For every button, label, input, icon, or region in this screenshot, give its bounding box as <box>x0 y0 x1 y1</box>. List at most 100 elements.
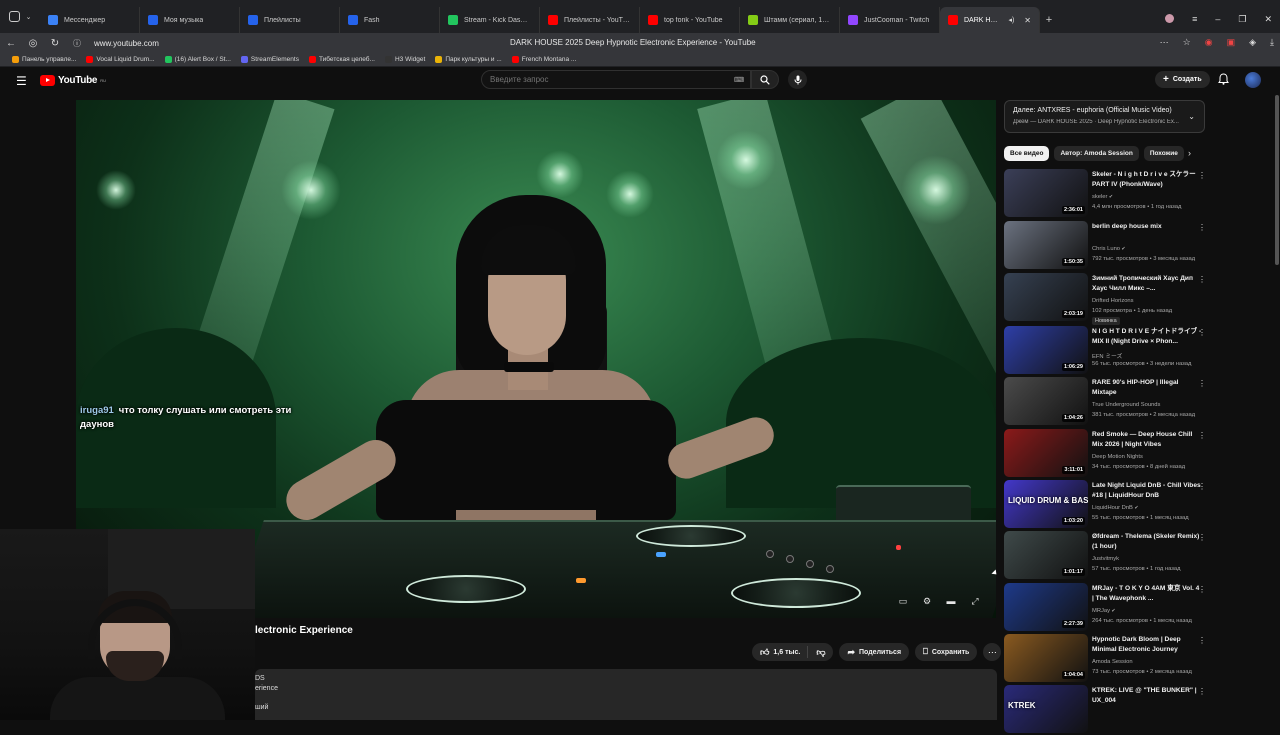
filter-chip[interactable]: Похожие <box>1143 146 1184 161</box>
bookmark-item[interactable]: StreamElements <box>240 56 299 63</box>
description-box[interactable] <box>255 669 997 720</box>
bookmark-icon[interactable]: ☆ <box>1183 37 1191 48</box>
filter-chip[interactable]: Все видео <box>1004 146 1050 161</box>
youtube-logo[interactable]: YouTube RU <box>40 75 106 86</box>
browser-tab[interactable]: Мессенджер <box>40 7 140 33</box>
browser-tab[interactable]: top fonk - YouTube <box>640 7 740 33</box>
search-box[interactable] <box>481 70 751 89</box>
channel-name[interactable]: True Underground Sounds <box>1092 402 1160 408</box>
recommended-video[interactable]: 1:01:17 Øfdream - Thelema (Skeler Remix) … <box>1004 531 1209 581</box>
bookmark-item[interactable]: H3 Widget <box>384 56 425 63</box>
video-thumbnail[interactable]: 2:27:39 <box>1004 583 1088 631</box>
notifications-bell-icon[interactable] <box>1218 73 1229 85</box>
browser-tab[interactable]: JustCooman - Twitch <box>840 7 940 33</box>
url-field[interactable]: www.youtube.com <box>94 39 514 48</box>
vpn-icon[interactable]: ◉ <box>1205 37 1213 48</box>
voice-search-button[interactable] <box>788 70 807 89</box>
recommended-video[interactable]: 3:11:01 Red Smoke — Deep House Chill Mix … <box>1004 429 1209 479</box>
site-info-icon[interactable]: ⓘ <box>66 38 88 49</box>
video-thumbnail[interactable]: LIQUID DRUM & BASS 1:03:20 <box>1004 480 1088 528</box>
share-button[interactable]: ➦ Поделиться <box>839 643 910 661</box>
video-title[interactable]: Зимний Тропический Хаус Дип Хаус Чилл Ми… <box>1092 274 1202 293</box>
like-button[interactable]: 👍︎ 1,6 тыс. <box>760 646 809 658</box>
audio-playing-icon[interactable]: ◂) <box>1008 16 1014 24</box>
close-window-button[interactable]: ✕ <box>1264 14 1272 25</box>
subtitles-icon[interactable]: ▭ <box>897 596 909 606</box>
dislike-button[interactable]: 👎︎ <box>808 647 833 658</box>
browser-tab[interactable]: Штамм (сериал, 1, 2, 3, 4 <box>740 7 840 33</box>
more-options-icon[interactable]: ⋮ <box>1198 328 1206 337</box>
video-thumbnail[interactable]: 1:50:35 <box>1004 221 1088 269</box>
recommended-video[interactable]: 1:04:04 Hypnotic Dark Bloom | Deep Minima… <box>1004 634 1209 684</box>
keyboard-icon[interactable]: ⌨ <box>734 76 744 84</box>
channel-name[interactable]: LiquidHour DnB ✔ <box>1092 505 1139 511</box>
settings-gear-icon[interactable]: ⚙ <box>921 596 933 606</box>
recommended-video[interactable]: LIQUID DRUM & BASS 1:03:20 Late Night Liqu… <box>1004 480 1209 530</box>
more-options-icon[interactable]: ⋮ <box>1198 482 1206 491</box>
minimize-button[interactable]: – <box>1215 14 1220 25</box>
bookmark-item[interactable]: Панель управле... <box>12 56 76 63</box>
video-title[interactable]: N I G H T D R I V E ナイトドライブ - MIX II (Ni… <box>1092 327 1202 346</box>
more-options-icon[interactable]: ⋮ <box>1198 171 1206 180</box>
video-title[interactable]: Late Night Liquid DnB - Chill Vibes #18 … <box>1092 481 1202 500</box>
bookmark-item[interactable]: (16) Alert Box / St... <box>164 56 231 63</box>
video-title[interactable]: RARE 90's HIP-HOP | Illegal Mixtape <box>1092 378 1202 397</box>
channel-name[interactable]: Drifted Horizons <box>1092 298 1134 304</box>
channel-name[interactable]: Deep Motion Nights <box>1092 454 1143 460</box>
more-options-icon[interactable]: ⋮ <box>1198 636 1206 645</box>
fullscreen-icon[interactable]: ⤢ <box>969 596 981 606</box>
browser-sidebar-toggle[interactable]: ⌄ <box>0 0 40 33</box>
bookmark-item[interactable]: French Montana ... <box>511 56 576 63</box>
more-options-icon[interactable]: ⋮ <box>1198 687 1206 696</box>
browser-tab[interactable]: Stream - Kick Dashboard <box>440 7 540 33</box>
more-actions-button[interactable]: ⋯ <box>983 643 1002 661</box>
video-title[interactable]: Skeler - N i g h t D r i v e スケラー PART I… <box>1092 170 1202 189</box>
back-button[interactable]: ← <box>0 38 22 49</box>
video-thumbnail[interactable]: 1:04:04 <box>1004 634 1088 682</box>
save-button[interactable]: ⎕ Сохранить <box>915 643 978 661</box>
recommended-video[interactable]: 2:27:39 MRJay - T O K Y O 4AM 東京 Vol. 4 |… <box>1004 583 1209 633</box>
more-options-icon[interactable]: ⋮ <box>1198 533 1206 542</box>
recommended-video[interactable]: 2:03:19 Зимний Тропический Хаус Дип Хаус … <box>1004 273 1209 325</box>
bookmark-item[interactable]: Тибетская целеб... <box>308 56 375 63</box>
browser-tab[interactable]: Моя музыка <box>140 7 240 33</box>
download-icon[interactable]: ⤓ <box>1270 37 1274 48</box>
bookmark-item[interactable]: Vocal Liquid Drum... <box>86 56 155 63</box>
channel-name[interactable]: MRJay ✔ <box>1092 608 1116 614</box>
more-options-icon[interactable]: ⋮ <box>1198 223 1206 232</box>
chevron-right-icon[interactable]: › <box>1188 148 1191 158</box>
channel-name[interactable]: Chris Luno ✔ <box>1092 246 1126 252</box>
video-thumbnail[interactable]: 1:01:17 <box>1004 531 1088 579</box>
video-thumbnail[interactable]: 2:03:19 <box>1004 273 1088 321</box>
search-input[interactable] <box>490 75 720 84</box>
adblock-icon[interactable]: ◈ <box>1249 37 1256 48</box>
channel-name[interactable]: Justvitmyk <box>1092 556 1119 562</box>
menu-icon[interactable]: ≡ <box>1192 14 1197 25</box>
video-title[interactable]: Hypnotic Dark Bloom | Deep Minimal Elect… <box>1092 635 1202 654</box>
chevron-down-icon[interactable]: ⌄ <box>1188 112 1195 121</box>
video-thumbnail[interactable]: 3:11:01 <box>1004 429 1088 477</box>
up-next-panel[interactable]: Далее: ANTXRES - euphoria (Official Musi… <box>1004 100 1205 133</box>
browser-tab[interactable]: Плейлисты <box>240 7 340 33</box>
more-options-icon[interactable]: ⋮ <box>1198 585 1206 594</box>
video-title[interactable]: Red Smoke — Deep House Chill Mix 2026 | … <box>1092 430 1202 449</box>
video-thumbnail[interactable]: KTREK <box>1004 685 1088 733</box>
channel-name[interactable]: skeler ✔ <box>1092 194 1113 200</box>
browser-tab[interactable]: DARK HOUSE 2025 ◂) ✕ <box>940 7 1040 33</box>
video-title[interactable]: MRJay - T O K Y O 4AM 東京 Vol. 4 | The Wa… <box>1092 584 1202 603</box>
more-options-icon[interactable]: ⋮ <box>1198 431 1206 440</box>
filter-chip[interactable]: Автор: Amoda Session <box>1054 146 1139 161</box>
video-title[interactable]: berlin deep house mix <box>1092 222 1202 232</box>
reload-button[interactable]: ↻ <box>44 38 66 49</box>
extension-icon[interactable]: ▣ <box>1227 37 1236 48</box>
tab-close-icon[interactable]: ✕ <box>1024 16 1031 25</box>
maximize-button[interactable]: ❐ <box>1238 14 1246 25</box>
more-options-icon[interactable]: ⋮ <box>1198 379 1206 388</box>
video-thumbnail[interactable]: 1:06:29 <box>1004 326 1088 374</box>
recommended-video[interactable]: 2:36:01 Skeler - N i g h t D r i v e スケラー… <box>1004 169 1209 219</box>
theater-mode-icon[interactable]: ▬ <box>945 596 957 606</box>
guide-menu-icon[interactable]: ☰ <box>16 74 27 88</box>
video-title[interactable]: Øfdream - Thelema (Skeler Remix) (1 hour… <box>1092 532 1202 551</box>
new-tab-button[interactable]: + <box>1040 7 1058 33</box>
video-title[interactable]: KTREK: LIVE @ "THE BUNKER" | UX_004 <box>1092 686 1202 705</box>
